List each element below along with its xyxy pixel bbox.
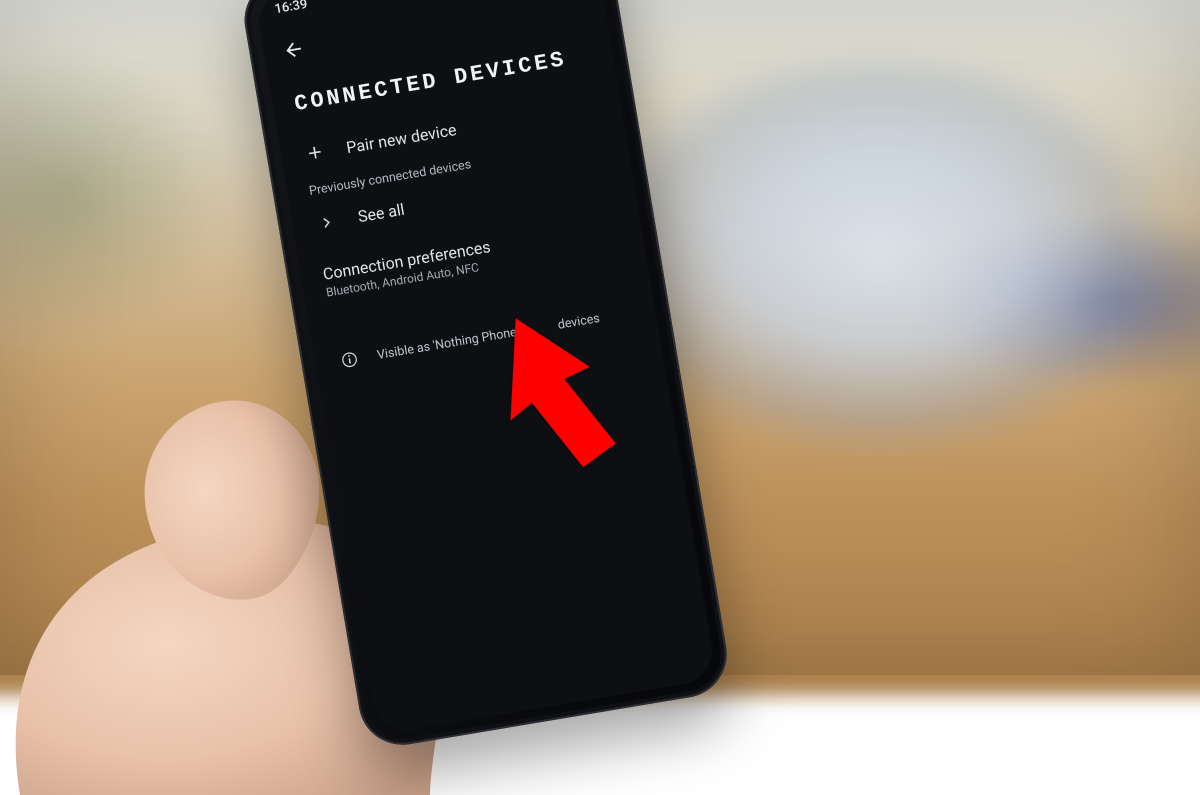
stage: 16:39 75%: [0, 0, 1200, 675]
pair-new-device-label: Pair new device: [345, 120, 458, 157]
phone-screen: 16:39 75%: [254, 0, 717, 735]
visibility-text: Visible as 'Nothing Phone (XXXX devices: [376, 311, 601, 363]
see-all-label: See all: [357, 200, 406, 226]
phone-frame: 16:39 75%: [238, 0, 733, 751]
back-button[interactable]: [271, 27, 317, 73]
status-time: 16:39: [273, 0, 308, 17]
plus-icon: [301, 141, 328, 165]
arrow-left-icon: [281, 37, 306, 62]
info-icon: [336, 349, 363, 371]
chevron-right-icon: [313, 211, 340, 233]
